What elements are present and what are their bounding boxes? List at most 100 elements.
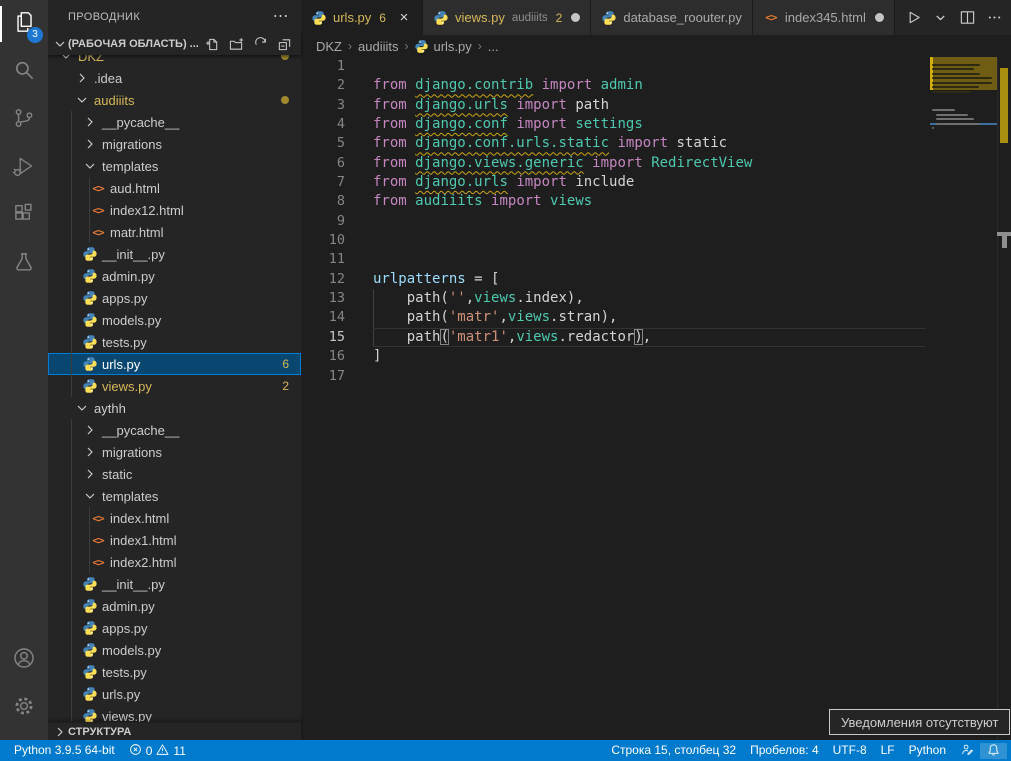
tree-file-models-py[interactable]: models.py	[48, 309, 301, 331]
tree-file-apps-py[interactable]: apps.py	[48, 617, 301, 639]
split-editor-button[interactable]	[959, 9, 976, 26]
tree-file--init-py[interactable]: __init__.py	[48, 243, 301, 265]
code-line-text[interactable]: path('matr1',views.redactor),	[373, 328, 925, 347]
minimap[interactable]	[930, 57, 997, 740]
activity-item-source-control[interactable]	[0, 96, 48, 144]
chevron-down-icon[interactable]	[74, 400, 90, 416]
tree-file-tests-py[interactable]: tests.py	[48, 331, 301, 353]
tree-folder-DKZ[interactable]: DKZ	[48, 55, 301, 67]
run-dropdown-button[interactable]	[932, 9, 949, 26]
breadcrumb-item-audiiits[interactable]: audiiits	[358, 39, 398, 54]
chevron-right-icon[interactable]	[82, 466, 98, 482]
breadcrumb-item-DKZ[interactable]: DKZ	[316, 39, 342, 54]
activity-item-explorer[interactable]: 3	[0, 0, 48, 48]
activity-item-run-debug[interactable]	[0, 144, 48, 192]
tree-file-index2-html[interactable]: <>index2.html	[48, 551, 301, 573]
tree-folder--idea[interactable]: .idea	[48, 67, 301, 89]
activity-item-extensions[interactable]	[0, 192, 48, 240]
outline-section-header[interactable]: СТРУКТУРА	[48, 722, 301, 740]
chevron-right-icon[interactable]	[82, 444, 98, 460]
code-line-text[interactable]: from django.conf.urls.static import stat…	[373, 134, 925, 153]
tree-file-tests-py[interactable]: tests.py	[48, 661, 301, 683]
code-line-text[interactable]: from audiiits import views	[373, 192, 925, 211]
tree-file-urls-py[interactable]: urls.py6	[48, 353, 301, 375]
tree-file--init-py[interactable]: __init__.py	[48, 573, 301, 595]
code-line-text[interactable]: from django.urls import include	[373, 173, 925, 192]
status-problems[interactable]: 011	[122, 743, 193, 759]
tree-folder-templates[interactable]: templates	[48, 485, 301, 507]
tab-database-roouter-py[interactable]: database_roouter.py	[591, 0, 753, 35]
tree-folder-migrations[interactable]: migrations	[48, 441, 301, 463]
activity-item-search[interactable]	[0, 48, 48, 96]
tab-views-py[interactable]: views.pyaudiiits2	[423, 0, 591, 35]
tree-file-index-html[interactable]: <>index.html	[48, 507, 301, 529]
status-encoding[interactable]: UTF-8	[826, 743, 874, 757]
more-actions-button[interactable]	[986, 9, 1003, 26]
tree-folder--pycache-[interactable]: __pycache__	[48, 419, 301, 441]
tree-file-urls-py[interactable]: urls.py	[48, 683, 301, 705]
chevron-right-icon[interactable]	[82, 114, 98, 130]
tree-folder--pycache-[interactable]: __pycache__	[48, 111, 301, 133]
tree-file-index12-html[interactable]: <>index12.html	[48, 199, 301, 221]
tree-file-apps-py[interactable]: apps.py	[48, 287, 301, 309]
tab-urls-py[interactable]: urls.py6×	[301, 0, 423, 35]
status-language-mode[interactable]: Python	[902, 743, 953, 757]
status-python-interpreter[interactable]: Python 3.9.5 64-bit	[7, 743, 122, 757]
workspace-section-header[interactable]: (РАБОЧАЯ ОБЛАСТЬ) ...	[48, 33, 301, 55]
code-line-text[interactable]	[373, 367, 925, 386]
activity-item-settings[interactable]	[0, 684, 48, 732]
code-line-text[interactable]	[373, 250, 925, 269]
chevron-right-icon[interactable]	[82, 422, 98, 438]
status-cursor-position[interactable]: Строка 15, столбец 32	[604, 743, 743, 757]
tree-file-models-py[interactable]: models.py	[48, 639, 301, 661]
code-line-text[interactable]: path('',views.index),	[373, 289, 925, 308]
status-indentation[interactable]: Пробелов: 4	[743, 743, 826, 757]
tree-folder-templates[interactable]: templates	[48, 155, 301, 177]
tree-file-admin-py[interactable]: admin.py	[48, 595, 301, 617]
collapse-all-button[interactable]	[275, 35, 293, 53]
code-line-text[interactable]: from django.urls import path	[373, 96, 925, 115]
run-button[interactable]	[905, 9, 922, 26]
python-icon	[433, 10, 449, 26]
breadcrumb-item--[interactable]: ...	[488, 39, 499, 54]
chevron-down-icon[interactable]	[82, 158, 98, 174]
activity-item-account[interactable]	[0, 636, 48, 684]
tab-close-icon[interactable]: ×	[396, 9, 412, 26]
refresh-button[interactable]	[251, 35, 269, 53]
status-eol[interactable]: LF	[874, 743, 902, 757]
tree-folder-aythh[interactable]: aythh	[48, 397, 301, 419]
code-line-text[interactable]: from django.conf import settings	[373, 115, 925, 134]
tree-file-index1-html[interactable]: <>index1.html	[48, 529, 301, 551]
feedback-button[interactable]	[953, 743, 980, 759]
code-editor[interactable]: 12from django.contrib import admin3from …	[301, 57, 1011, 740]
activity-item-testing[interactable]	[0, 240, 48, 288]
code-line-text[interactable]	[373, 231, 925, 250]
notifications-bell-button[interactable]	[980, 743, 1007, 759]
editor-scrollbar[interactable]	[997, 57, 1011, 740]
chevron-down-icon[interactable]	[82, 488, 98, 504]
tree-file-views-py[interactable]: views.py2	[48, 375, 301, 397]
tab-index345-html[interactable]: <>index345.html	[753, 0, 895, 35]
code-line-text[interactable]	[373, 57, 925, 76]
code-line-text[interactable]: path('matr',views.stran),	[373, 308, 925, 327]
tree-folder-migrations[interactable]: migrations	[48, 133, 301, 155]
tree-file-admin-py[interactable]: admin.py	[48, 265, 301, 287]
code-line-text[interactable]: from django.contrib import admin	[373, 76, 925, 95]
chevron-down-icon[interactable]	[58, 55, 74, 64]
chevron-down-icon[interactable]	[74, 92, 90, 108]
tree-folder-static[interactable]: static	[48, 463, 301, 485]
breadcrumb-item-urls-py[interactable]: urls.py	[414, 39, 471, 54]
code-line-text[interactable]: ]	[373, 347, 925, 366]
code-line-text[interactable]	[373, 212, 925, 231]
chevron-right-icon[interactable]	[82, 136, 98, 152]
tree-folder-audiiits[interactable]: audiiits	[48, 89, 301, 111]
new-folder-button[interactable]	[227, 35, 245, 53]
tree-file-matr-html[interactable]: <>matr.html	[48, 221, 301, 243]
tree-file-aud-html[interactable]: <>aud.html	[48, 177, 301, 199]
tree-file-views-py[interactable]: views.py	[48, 705, 301, 722]
new-file-button[interactable]	[203, 35, 221, 53]
code-line-text[interactable]: urlpatterns = [	[373, 270, 925, 289]
chevron-right-icon[interactable]	[74, 70, 90, 86]
code-line-text[interactable]: from django.views.generic import Redirec…	[373, 154, 925, 173]
sidebar-more-actions-icon[interactable]: ⋯	[273, 12, 289, 22]
